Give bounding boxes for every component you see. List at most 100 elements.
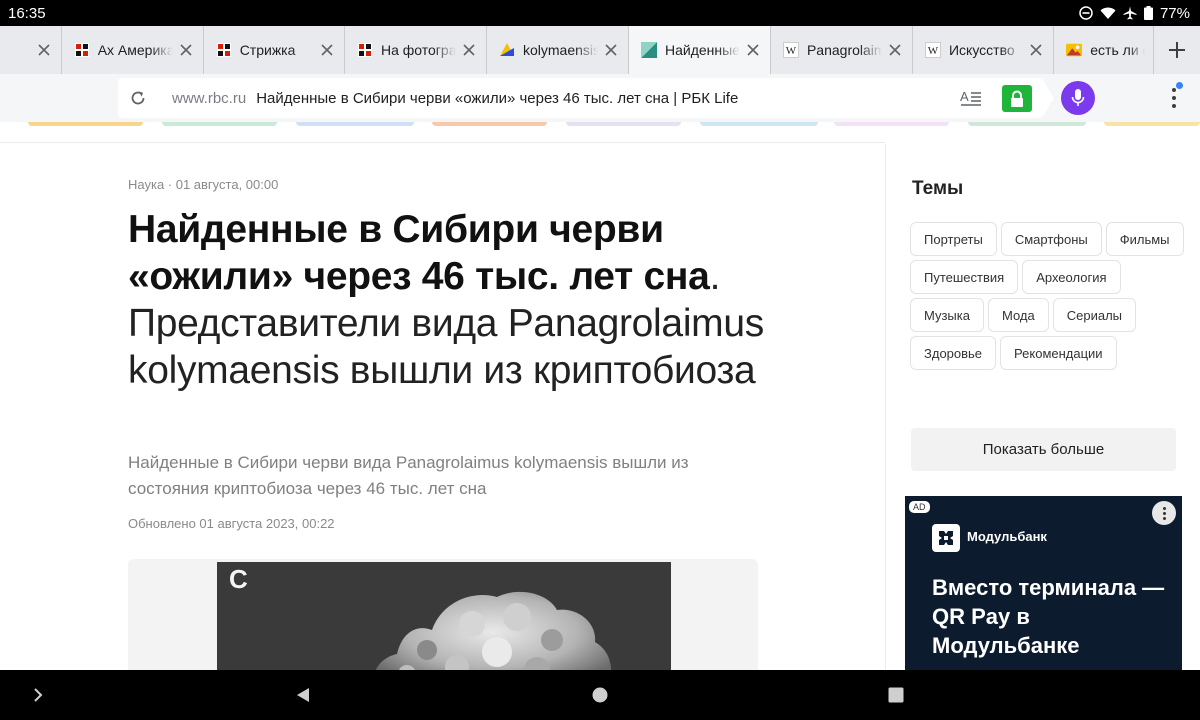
- close-icon[interactable]: [35, 41, 53, 59]
- svg-text:A: A: [960, 89, 969, 104]
- url-page-title: Найденные в Сибири черви «ожили» через 4…: [256, 89, 739, 107]
- microphone-icon: [1071, 89, 1085, 106]
- do-not-disturb-icon: [1079, 6, 1093, 20]
- ad-badge: AD: [909, 501, 930, 513]
- article-meta: Наука · 01 августа, 00:00: [128, 177, 279, 192]
- svg-text:W: W: [928, 45, 939, 57]
- battery-icon: [1143, 6, 1153, 20]
- article-lead: Найденные в Сибири черви вида Panagrolai…: [128, 453, 689, 498]
- tab-title: Стрижка: [239, 42, 296, 58]
- show-more-button[interactable]: Показать больше: [911, 428, 1176, 471]
- tab-title: На фотографии: [380, 42, 456, 58]
- ad-options-button[interactable]: [1152, 501, 1176, 525]
- omnibox[interactable]: www.rbc.ru Найденные в Сибири черви «ожи…: [118, 78, 1042, 118]
- reload-icon: [131, 91, 145, 105]
- status-icons: 77%: [1079, 5, 1190, 22]
- microscope-image: C: [217, 562, 671, 670]
- tab-3[interactable]: На фотографии: [344, 26, 487, 74]
- rbc-favicon-icon: [357, 42, 373, 58]
- article-updated: Обновлено 01 августа 2023, 00:22: [128, 516, 335, 531]
- plus-icon: [1169, 42, 1186, 58]
- battery-percent: 77%: [1159, 4, 1190, 22]
- divider: [0, 142, 885, 143]
- airplane-icon: [1123, 6, 1137, 20]
- recents-square-icon: [888, 687, 904, 703]
- status-bar: 16:35 77%: [0, 0, 1200, 26]
- tab-strip: Ах Америка Стрижка На фотографии kolymae…: [0, 26, 1200, 74]
- system-navigation-bar: [0, 670, 1200, 720]
- advertisement[interactable]: AD Модульбанк Вместо терминала — QR Pay …: [905, 496, 1182, 670]
- topic-chip[interactable]: Археология: [1022, 260, 1121, 294]
- tab-title: Panagrolaimus: [806, 42, 882, 58]
- topic-chip[interactable]: Фильмы: [1105, 222, 1184, 256]
- headline-bold: Найденные в Сибири черви «ожили» через 4…: [128, 208, 710, 298]
- recents-button[interactable]: [882, 681, 910, 709]
- ad-headline: Вместо терминала — QR Pay в Модульбанке: [932, 575, 1165, 658]
- tab-5-active[interactable]: Найденные: [628, 26, 771, 74]
- tab-title: Искусство: [948, 42, 1015, 58]
- tab-0[interactable]: [0, 26, 62, 74]
- tab-4[interactable]: kolymaensis: [486, 26, 629, 74]
- modulbank-logo-icon: [932, 524, 960, 552]
- photo-panel-label: C: [229, 564, 248, 594]
- page-content: Наука · 01 августа, 00:00 Найденные в Си…: [0, 122, 1200, 670]
- back-triangle-icon: [297, 688, 309, 702]
- close-icon[interactable]: [602, 41, 620, 59]
- reader-mode-icon[interactable]: A: [960, 88, 982, 108]
- home-button[interactable]: [586, 681, 614, 709]
- svg-text:W: W: [786, 45, 797, 57]
- topics-list: Портреты Смартфоны Фильмы Путешествия Ар…: [910, 222, 1185, 370]
- browser-menu-button[interactable]: [1162, 84, 1186, 112]
- tab-6[interactable]: W Panagrolaimus: [770, 26, 913, 74]
- article-headline: Найденные в Сибири черви «ожили» через 4…: [128, 206, 778, 394]
- notification-dot: [1176, 82, 1183, 89]
- omnibox-arrow: [1042, 78, 1054, 118]
- yandex-images-favicon-icon: [1066, 42, 1083, 58]
- back-button[interactable]: [289, 681, 317, 709]
- status-time: 16:35: [8, 4, 46, 22]
- rbc-life-favicon-icon: [640, 42, 657, 58]
- reload-button[interactable]: [118, 78, 158, 118]
- topic-chip[interactable]: Сериалы: [1052, 298, 1137, 332]
- topic-chip[interactable]: Здоровье: [910, 336, 997, 370]
- url-host: www.rbc.ru: [172, 89, 247, 107]
- tab-title: Найденные: [664, 42, 740, 58]
- topic-chip[interactable]: Рекомендации: [1000, 336, 1117, 370]
- topic-chip[interactable]: Музыка: [910, 298, 984, 332]
- ad-brand: Модульбанк: [967, 529, 1047, 544]
- tab-7[interactable]: W Искусство: [912, 26, 1055, 74]
- topic-chip[interactable]: Смартфоны: [1000, 222, 1102, 256]
- topic-chip[interactable]: Путешествия: [910, 260, 1019, 294]
- lock-icon[interactable]: [1002, 85, 1032, 112]
- article-photo[interactable]: C: [128, 559, 758, 670]
- new-tab-button[interactable]: [1154, 26, 1200, 74]
- home-circle-icon: [592, 687, 608, 703]
- chevron-right-icon: [34, 688, 43, 702]
- topic-chip[interactable]: Мода: [987, 298, 1049, 332]
- address-row: www.rbc.ru Найденные в Сибири черви «ожи…: [0, 74, 1200, 122]
- close-icon[interactable]: [177, 41, 195, 59]
- tab-title: есть ли с: [1090, 42, 1146, 58]
- close-icon[interactable]: [1027, 41, 1045, 59]
- tab-8[interactable]: есть ли с: [1054, 26, 1155, 74]
- wikipedia-favicon-icon: W: [924, 42, 941, 58]
- divider: [885, 144, 886, 670]
- tab-1[interactable]: Ах Америка: [61, 26, 204, 74]
- close-icon[interactable]: [460, 41, 478, 59]
- yandex-favicon-icon: [499, 42, 515, 58]
- wifi-icon: [1100, 7, 1116, 19]
- rbc-favicon-icon: [74, 42, 90, 58]
- tab-2[interactable]: Стрижка: [203, 26, 345, 74]
- expand-button[interactable]: [24, 681, 52, 709]
- voice-search-button[interactable]: [1061, 81, 1095, 115]
- rbc-favicon-icon: [216, 42, 232, 58]
- category-color-stripes: [0, 122, 1200, 128]
- wikipedia-favicon-icon: W: [782, 42, 799, 58]
- tab-title: kolymaensis: [522, 42, 598, 58]
- close-icon[interactable]: [886, 41, 904, 59]
- topic-chip[interactable]: Портреты: [910, 222, 997, 256]
- topics-title: Темы: [912, 178, 964, 199]
- tab-title: Ах Америка: [97, 42, 173, 58]
- close-icon[interactable]: [318, 41, 336, 59]
- close-icon[interactable]: [744, 41, 762, 59]
